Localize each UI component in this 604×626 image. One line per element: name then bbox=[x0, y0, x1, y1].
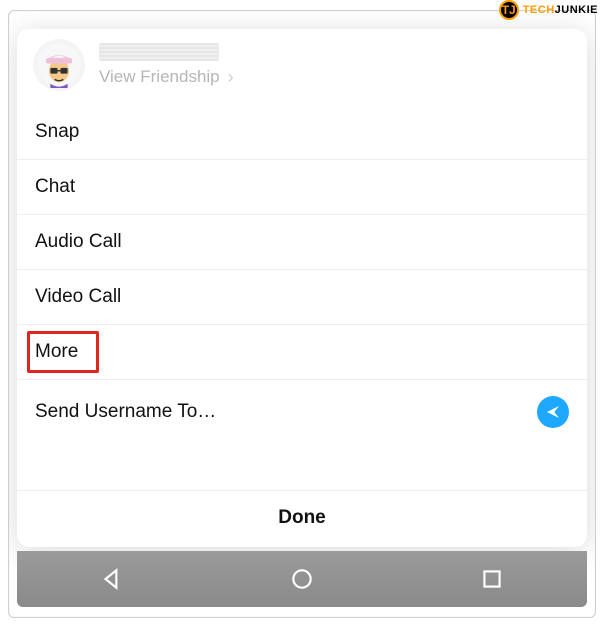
action-audio-call[interactable]: Audio Call bbox=[17, 214, 587, 269]
sheet-header: View Friendship › bbox=[17, 29, 587, 105]
nav-back-button[interactable] bbox=[99, 566, 125, 592]
action-send-username[interactable]: Send Username To… bbox=[17, 379, 587, 444]
action-label: Send Username To… bbox=[35, 401, 216, 423]
android-navbar bbox=[17, 551, 587, 607]
done-label: Done bbox=[278, 507, 326, 528]
action-list: Snap Chat Audio Call Video Call More Sen… bbox=[17, 105, 587, 490]
friend-avatar[interactable] bbox=[33, 39, 85, 91]
action-more[interactable]: More bbox=[17, 324, 587, 379]
action-chat[interactable]: Chat bbox=[17, 159, 587, 214]
watermark-logo: TJ bbox=[499, 0, 519, 20]
app-frame: View Friendship › Snap Chat Audio Call V… bbox=[8, 10, 596, 618]
view-friendship-label: View Friendship bbox=[99, 67, 220, 87]
action-sheet: View Friendship › Snap Chat Audio Call V… bbox=[17, 29, 587, 547]
highlight-box bbox=[27, 331, 99, 373]
done-button[interactable]: Done bbox=[17, 490, 587, 547]
view-friendship-link[interactable]: View Friendship › bbox=[99, 67, 234, 88]
chevron-right-icon: › bbox=[228, 67, 234, 88]
bitmoji-icon bbox=[36, 42, 82, 88]
friend-name-redacted bbox=[99, 43, 219, 61]
action-label: Video Call bbox=[35, 286, 121, 308]
square-recents-icon bbox=[479, 566, 505, 592]
nav-home-button[interactable] bbox=[289, 566, 315, 592]
action-label: Audio Call bbox=[35, 231, 122, 253]
send-icon bbox=[537, 396, 569, 428]
action-video-call[interactable]: Video Call bbox=[17, 269, 587, 324]
action-snap[interactable]: Snap bbox=[17, 105, 587, 159]
watermark: TJ TECHJUNKIE bbox=[499, 0, 598, 20]
triangle-back-icon bbox=[99, 566, 125, 592]
action-label: Snap bbox=[35, 121, 79, 143]
watermark-text: TECHJUNKIE bbox=[523, 4, 598, 16]
circle-home-icon bbox=[289, 566, 315, 592]
action-label: Chat bbox=[35, 176, 75, 198]
nav-recents-button[interactable] bbox=[479, 566, 505, 592]
